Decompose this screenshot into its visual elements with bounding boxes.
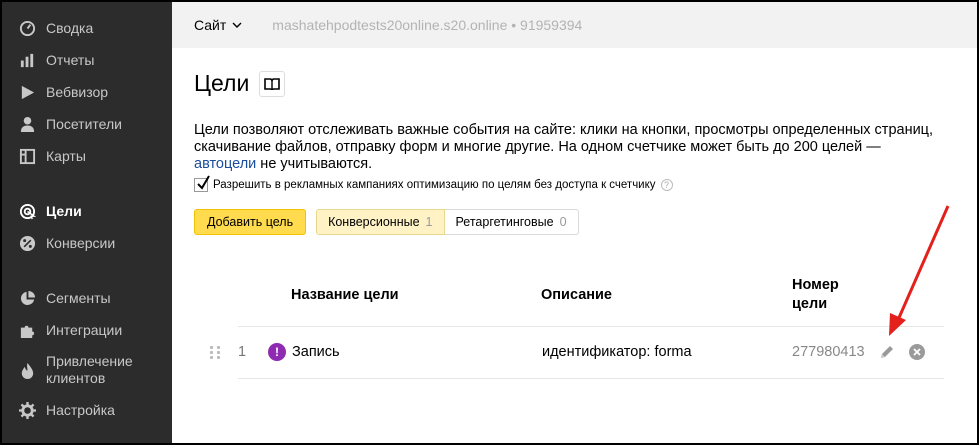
sidebar-item-label: Сегменты [46, 289, 111, 306]
optimization-label: Разрешить в рекламных кампаниях оптимиза… [213, 179, 656, 191]
edit-goal-button[interactable] [878, 343, 896, 361]
close-icon [913, 348, 921, 356]
description-text: Цели позволяют отслеживать важные событи… [194, 122, 934, 155]
page-description: Цели позволяют отслеживать важные событи… [194, 122, 934, 173]
tab-conversion[interactable]: Конверсионные 1 [316, 209, 445, 235]
drag-handle-icon[interactable] [210, 346, 221, 359]
book-icon [264, 77, 281, 90]
sidebar-item-label: Интеграции [46, 321, 123, 338]
table-divider [238, 326, 944, 327]
sidebar-item-reports[interactable]: Отчеты [2, 46, 172, 74]
sidebar-item-summary[interactable]: Сводка [2, 14, 172, 42]
pencil-icon [881, 346, 893, 358]
sidebar-item-label: Конверсии [46, 234, 116, 251]
sidebar-item-label: Посетители [46, 115, 122, 132]
page-title: Цели [194, 70, 250, 96]
tab-count: 1 [425, 215, 433, 229]
tab-count: 0 [559, 215, 567, 229]
actions-row: Добавить цель Конверсионные 1 Ретаргетин… [194, 209, 579, 235]
target-icon [18, 202, 36, 220]
add-goal-button[interactable]: Добавить цель [194, 209, 307, 235]
pie-icon [18, 289, 36, 307]
chevron-down-icon [232, 22, 242, 28]
sidebar-item-conversions[interactable]: Конверсии [2, 229, 172, 257]
play-icon [18, 83, 36, 101]
sidebar-item-label: Вебвизор [46, 83, 109, 100]
sidebar-item-label: Привлечение клиентов [46, 353, 133, 386]
goal-description: идентификатор: forma [542, 344, 692, 360]
column-header-number: Номер цели [792, 276, 839, 314]
sidebar-item-goals[interactable]: Цели [2, 197, 172, 225]
bar-chart-icon [18, 51, 36, 69]
site-url: mashatehpodtests20online.s20.online • 91… [272, 17, 583, 33]
goal-type-tabs: Конверсионные 1 Ретаргетинговые 0 [316, 209, 579, 235]
header: Сайт mashatehpodtests20online.s20.online… [172, 2, 977, 48]
column-header-number-line2: цели [792, 296, 828, 312]
optimization-checkbox[interactable] [194, 175, 210, 192]
tab-label: Ретаргетинговые [455, 215, 554, 229]
site-selector[interactable]: Сайт [194, 17, 242, 33]
row-index: 1 [238, 344, 247, 360]
sidebar-item-maps[interactable]: Карты [2, 142, 172, 170]
main-content: Цели Цели позволяют отслеживать важные с… [172, 48, 977, 443]
table-row: 1 ! Запись идентификатор: forma 27798041… [172, 330, 972, 378]
goal-name: Запись [292, 344, 340, 360]
tab-retargeting[interactable]: Ретаргетинговые 0 [444, 209, 579, 235]
sidebar-item-label: Отчеты [46, 51, 95, 68]
sidebar-item-label: Сводка [46, 19, 94, 36]
title-row: Цели [194, 70, 286, 97]
gauge-icon [18, 19, 36, 37]
description-text-end: не учитываются. [256, 156, 373, 172]
map-icon [18, 147, 36, 165]
gear-icon [18, 401, 36, 419]
help-icon[interactable]: ? [660, 179, 673, 191]
tab-label: Конверсионные [328, 215, 420, 229]
table-divider [238, 378, 944, 379]
help-book-button[interactable] [259, 70, 286, 97]
app-window: Сводка Отчеты Вебвизор Посетители Карты [0, 0, 979, 445]
sidebar-item-webvisor[interactable]: Вебвизор [2, 78, 172, 106]
percent-icon [18, 234, 36, 252]
sidebar-item-visitors[interactable]: Посетители [2, 110, 172, 138]
person-icon [18, 115, 36, 133]
checkmark-icon [197, 175, 210, 190]
sidebar-item-label: Цели [46, 202, 82, 219]
flame-icon [18, 361, 36, 379]
sidebar-item-label: Настройка [46, 401, 115, 418]
goal-number: 277980413 [792, 344, 865, 360]
autogoals-link[interactable]: автоцели [194, 156, 256, 172]
optimization-option: Разрешить в рекламных кампаниях оптимиза… [194, 175, 673, 192]
sidebar-item-settings[interactable]: Настройка [2, 396, 172, 424]
column-header-number-line1: Номер [792, 277, 839, 293]
goal-status-icon: ! [268, 343, 286, 361]
sidebar: Сводка Отчеты Вебвизор Посетители Карты [2, 2, 172, 443]
site-selector-label: Сайт [194, 17, 227, 33]
column-header-description: Описание [541, 287, 612, 303]
sidebar-item-integrations[interactable]: Интеграции [2, 316, 172, 344]
sidebar-item-segments[interactable]: Сегменты [2, 284, 172, 312]
sidebar-item-label: Карты [46, 147, 86, 164]
sidebar-item-acquisition[interactable]: Привлечение клиентов [2, 350, 172, 390]
column-header-name: Название цели [291, 287, 399, 303]
puzzle-icon [18, 321, 36, 339]
delete-goal-button[interactable] [909, 344, 925, 360]
